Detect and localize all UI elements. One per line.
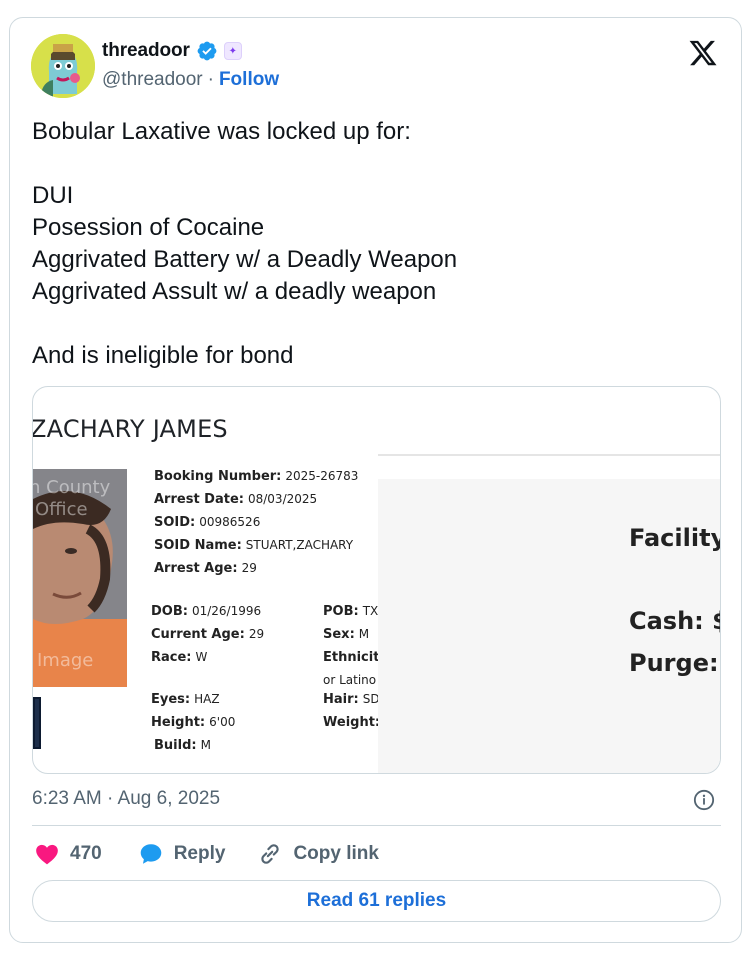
purge-label: Purge: [629, 649, 719, 677]
like-button[interactable]: 470 [34, 841, 102, 867]
action-bar: 470 Reply Copy link [34, 841, 379, 867]
field-current-age: Current Age: 29 [151, 627, 265, 642]
avatar[interactable] [31, 34, 95, 98]
field-pob: POB: TX [323, 604, 378, 619]
tweet-embed-card: threadoor ✦ @threadoor · Follow Bobular … [9, 17, 742, 943]
field-booking-number: Booking Number: 2025-26783 [154, 469, 359, 484]
copy-link-label: Copy link [293, 843, 379, 864]
reply-label: Reply [173, 843, 226, 864]
tweet-text: Bobular Laxative was locked up for: DUI … [32, 118, 458, 369]
read-replies-button[interactable]: Read 61 replies [32, 880, 721, 922]
like-count: 470 [70, 843, 102, 864]
divider [32, 825, 721, 826]
field-hair: Hair: SD [323, 692, 378, 707]
separator-dot: · [207, 69, 214, 90]
clipped-column: POB: TX Sex: M Ethnicit or Latino Hair: SD … [323, 597, 378, 747]
divider [378, 454, 720, 456]
author-handle[interactable]: @threadoor [102, 69, 203, 91]
speech-bubble-icon [140, 844, 161, 864]
inmate-name-header: ZACHARY JAMES [32, 415, 228, 443]
affiliate-badge-icon: ✦ [223, 42, 242, 60]
author-name-row: threadoor ✦ [102, 40, 242, 62]
mugshot-watermark-3: Image [37, 650, 94, 671]
handle-row: @threadoor · Follow [102, 69, 279, 91]
facility-label: Facility [629, 524, 721, 552]
link-icon [261, 844, 280, 864]
copy-link-button[interactable]: Copy link [257, 841, 379, 867]
cash-label: Cash: $ [629, 607, 721, 635]
mugshot-watermark-2: Office [35, 499, 88, 520]
field-weight: Weight: [323, 715, 378, 730]
field-arrest-age: Arrest Age: 29 [154, 561, 257, 576]
mugshot-image: h County Office Image [33, 469, 127, 687]
right-panel: Facility Cash: $ Purge: [378, 479, 721, 773]
field-sex: Sex: M [323, 627, 370, 642]
field-ethnicity-value: or Latino [323, 673, 377, 687]
field-eyes: Eyes: HAZ [151, 692, 220, 707]
follow-button[interactable]: Follow [219, 69, 279, 91]
tweet-timestamp[interactable]: 6:23 AM · Aug 6, 2025 [32, 788, 220, 810]
info-icon[interactable] [693, 789, 715, 811]
x-logo-icon[interactable] [687, 38, 719, 68]
verified-badge-icon [197, 41, 217, 61]
field-build: Build: M [154, 738, 211, 753]
reply-button[interactable]: Reply [138, 841, 226, 867]
field-ethnicity: Ethnicit [323, 650, 378, 665]
field-arrest-date: Arrest Date: 08/03/2025 [154, 492, 318, 507]
field-soid: SOID: 00986526 [154, 515, 261, 530]
heart-icon [36, 844, 58, 865]
field-race: Race: W [151, 650, 208, 665]
field-dob: DOB: 01/26/1996 [151, 604, 262, 619]
mugshot-watermark-1: h County [33, 477, 111, 498]
field-height: Height: 6'00 [151, 715, 236, 730]
media-attachment[interactable]: ZACHARY JAMES Facility Cash: $ Purge: h … [32, 386, 721, 774]
image-thumbnail-strip [33, 697, 41, 749]
field-soid-name: SOID Name: STUART,ZACHARY [154, 538, 354, 553]
author-display-name[interactable]: threadoor [102, 40, 190, 62]
